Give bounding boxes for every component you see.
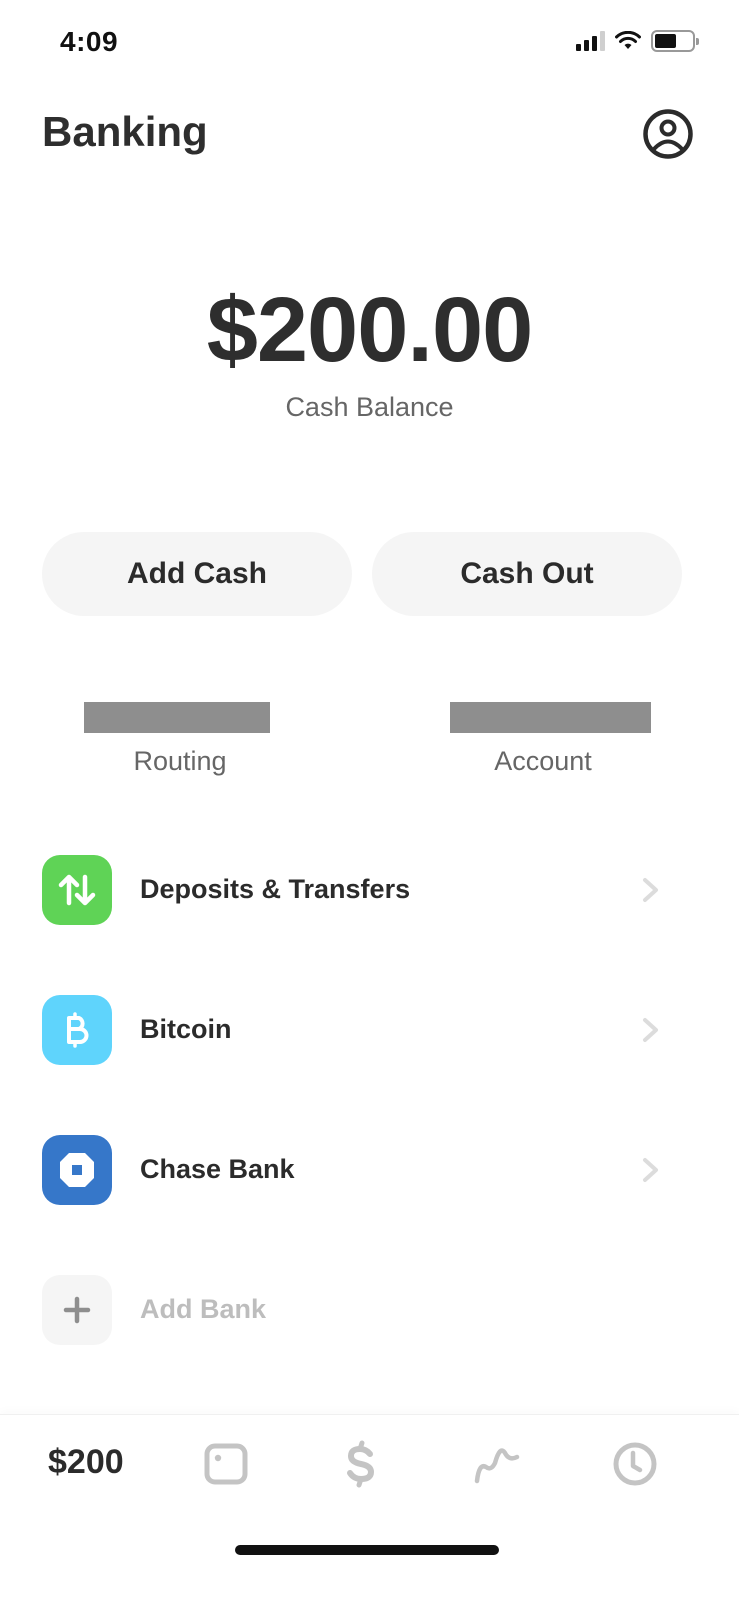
list-item-chase-bank[interactable]: Chase Bank xyxy=(0,1120,739,1220)
routing-label: Routing xyxy=(133,746,227,776)
list-item-label: Chase Bank xyxy=(140,1154,295,1184)
nav-tab-pay[interactable] xyxy=(336,1439,386,1489)
routing-number-redacted[interactable] xyxy=(84,702,270,733)
arrows-up-down-icon xyxy=(58,874,96,906)
investing-icon xyxy=(474,1448,520,1484)
nav-balance-tab[interactable]: $200 xyxy=(48,1443,124,1482)
chase-logo-icon xyxy=(60,1153,94,1187)
list-item-label: Add Bank xyxy=(140,1294,267,1324)
list-item-bitcoin[interactable]: Bitcoin xyxy=(0,980,739,1080)
cash-balance-amount: $200.00 xyxy=(206,279,534,381)
cash-out-button[interactable]: Cash Out xyxy=(372,532,682,616)
card-icon xyxy=(204,1443,248,1485)
deposits-icon-tile xyxy=(42,855,112,925)
add-bank-icon-tile xyxy=(42,1275,112,1345)
nav-tab-card[interactable] xyxy=(201,1439,251,1489)
status-icons xyxy=(576,30,699,52)
add-cash-button[interactable]: Add Cash xyxy=(42,532,352,616)
bottom-nav: $200 xyxy=(0,1414,739,1600)
battery-icon xyxy=(651,30,699,52)
plus-icon xyxy=(63,1296,91,1324)
list-item-label: Deposits & Transfers xyxy=(140,874,411,904)
list-item-deposits-transfers[interactable]: Deposits & Transfers xyxy=(0,840,739,940)
home-indicator[interactable] xyxy=(235,1545,499,1555)
profile-button[interactable] xyxy=(642,108,694,160)
cash-balance-label: Cash Balance xyxy=(285,392,454,422)
account-number-redacted[interactable] xyxy=(450,702,651,733)
wifi-icon xyxy=(615,31,641,49)
chevron-right-icon xyxy=(643,1018,658,1042)
nav-tab-investing[interactable] xyxy=(473,1439,523,1489)
page-title: Banking xyxy=(42,108,208,155)
chevron-right-icon xyxy=(643,1158,658,1182)
nav-tab-activity[interactable] xyxy=(610,1439,660,1489)
account-label: Account xyxy=(494,746,592,776)
status-time: 4:09 xyxy=(60,26,119,57)
activity-clock-icon xyxy=(613,1442,657,1486)
status-bar: 4:09 xyxy=(0,0,739,90)
bitcoin-icon xyxy=(67,1012,89,1048)
profile-icon xyxy=(643,109,693,159)
cellular-signal-icon xyxy=(576,31,605,51)
chevron-right-icon xyxy=(643,878,658,902)
list-item-label: Bitcoin xyxy=(140,1014,232,1044)
bitcoin-icon-tile xyxy=(42,995,112,1065)
chase-icon-tile xyxy=(42,1135,112,1205)
dollar-icon xyxy=(347,1440,375,1488)
list-item-add-bank[interactable]: Add Bank xyxy=(0,1260,739,1360)
